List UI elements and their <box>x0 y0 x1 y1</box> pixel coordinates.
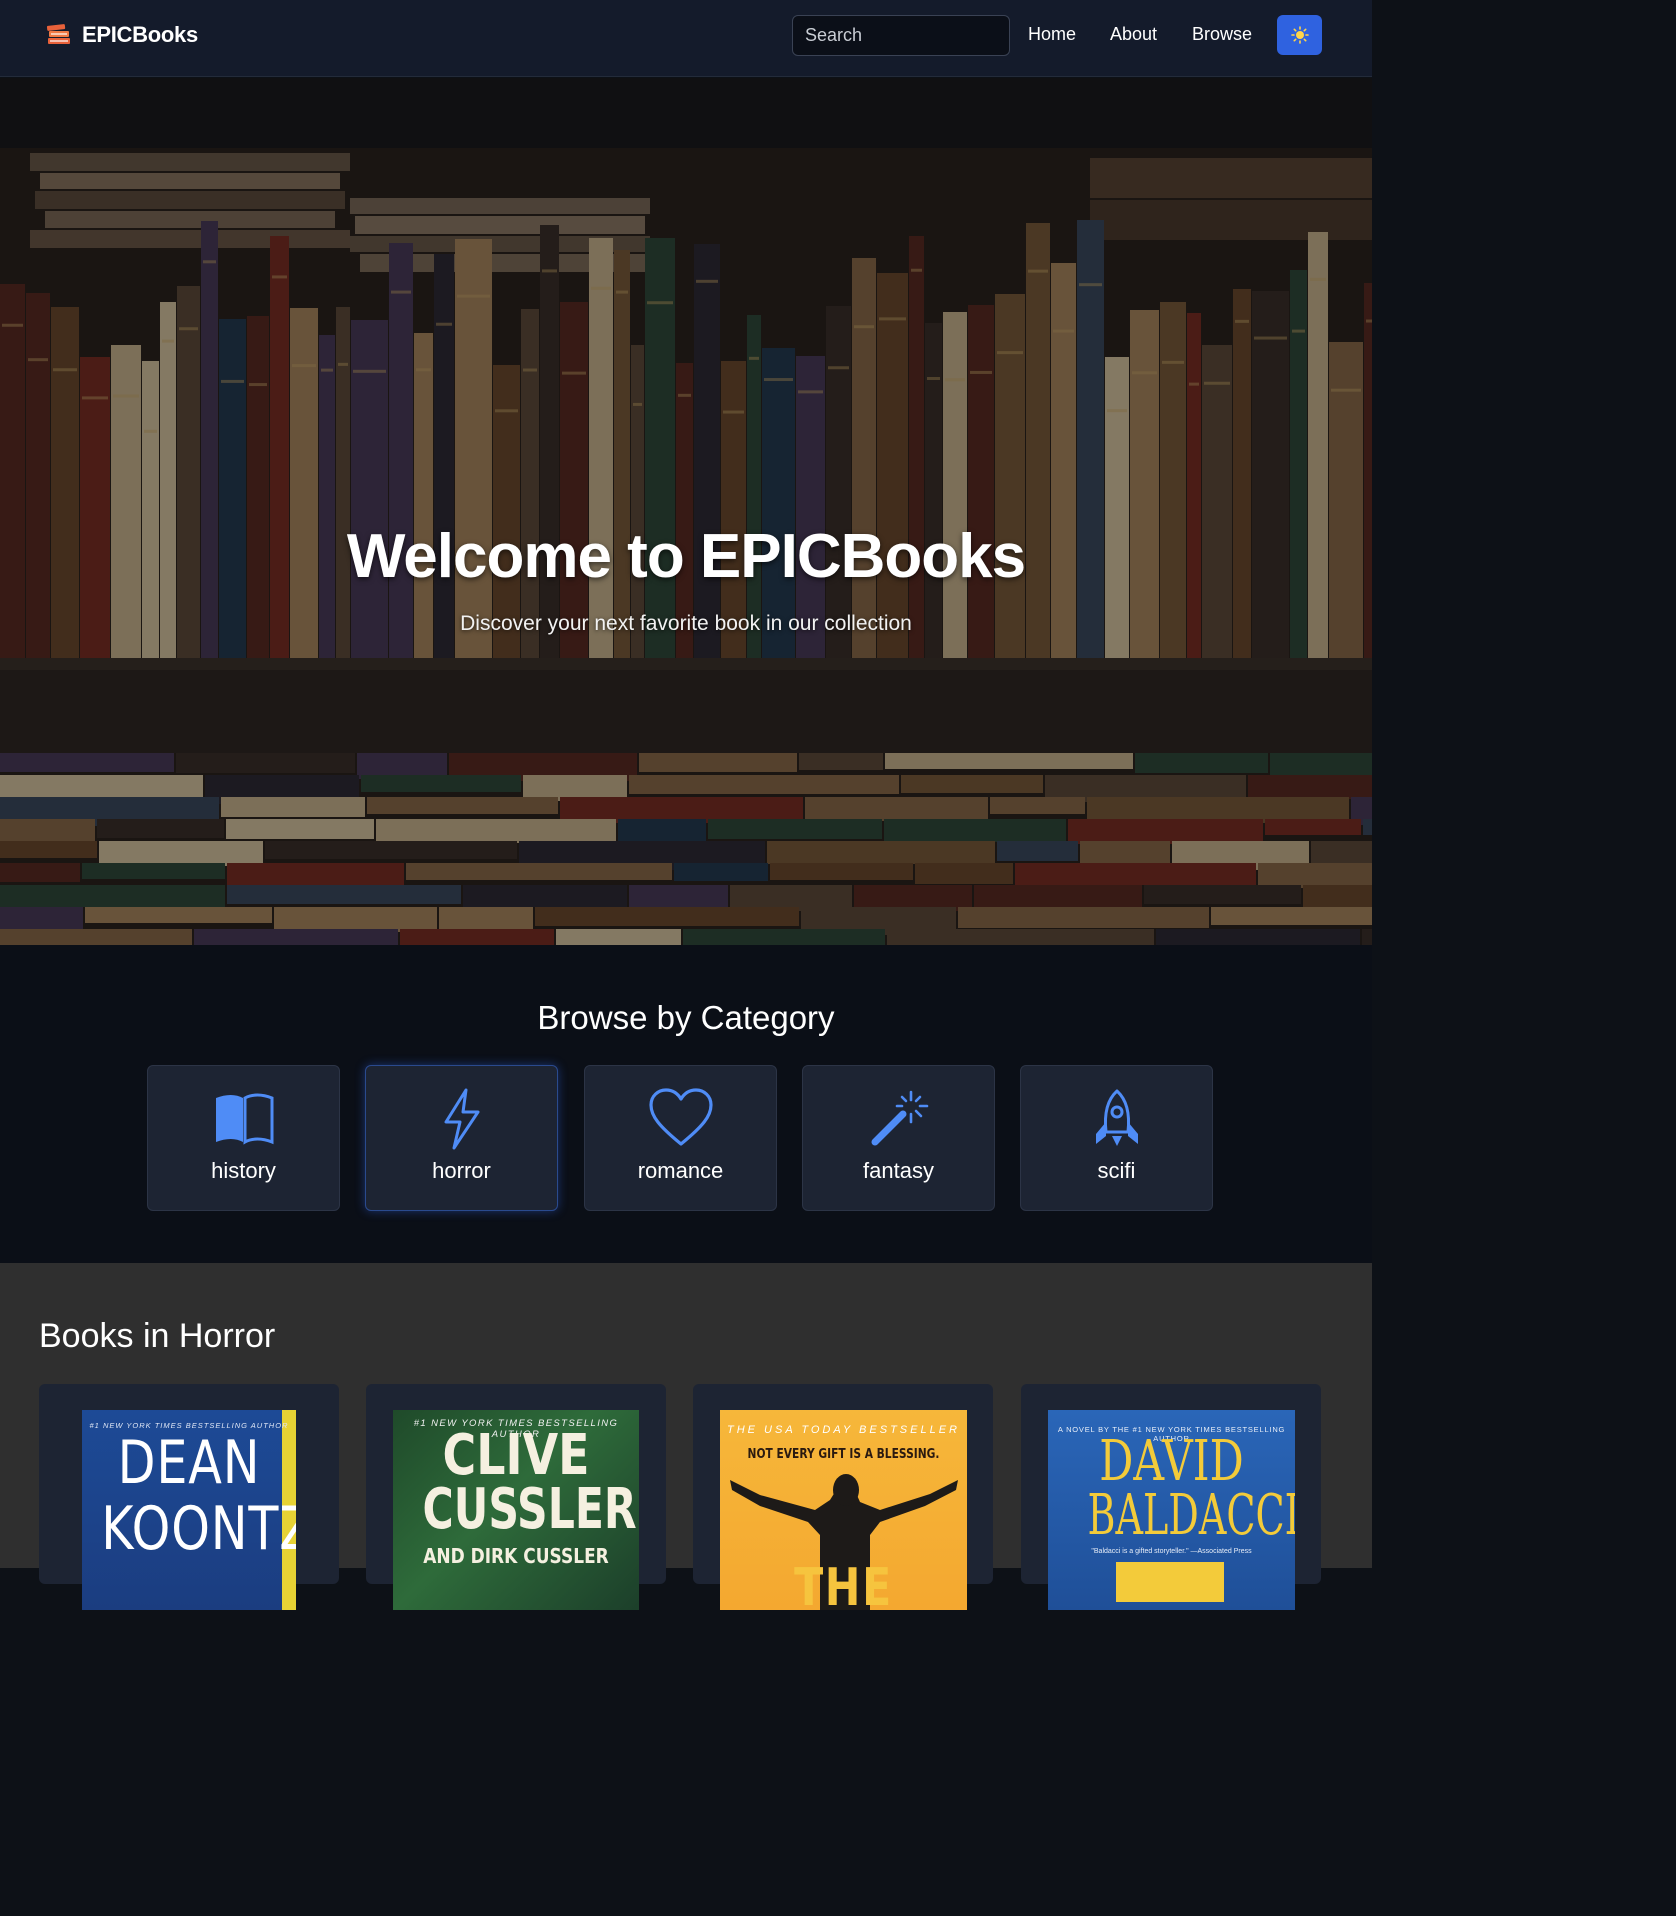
lightning-icon <box>444 1088 479 1150</box>
cover-author-line2: KOONTZ <box>101 1494 296 1564</box>
top-navbar: EPICBooks Home About Browse <box>0 0 1372 77</box>
book-stack-logo-icon <box>46 24 70 44</box>
cover-title-block <box>1116 1562 1224 1602</box>
category-label: horror <box>432 1158 491 1183</box>
brand[interactable]: EPICBooks <box>44 22 198 48</box>
search-input[interactable] <box>792 15 1010 56</box>
open-book-icon <box>215 1093 273 1145</box>
books-section: Books in Horror #1 NEW YORK TIMES BESTSE… <box>0 1263 1372 1610</box>
cover-author-line2: CUSSLER <box>422 1477 637 1542</box>
sun-icon <box>1290 26 1309 44</box>
cover-quote: "Baldacci is a gifted storyteller." —Ass… <box>1091 1548 1252 1555</box>
book-cover-image: #1 NEW YORK TIMES BESTSELLING AUTHOR CLI… <box>393 1410 639 1610</box>
hero-title: Welcome to EPICBooks <box>346 522 1026 591</box>
category-card-history[interactable]: history <box>147 1065 340 1211</box>
category-label: romance <box>637 1158 724 1183</box>
brand-name: EPICBooks <box>82 22 198 47</box>
cover-tagline: THE USA TODAY BESTSELLER <box>727 1424 960 1436</box>
cover-author-line1: CLIVE <box>442 1423 590 1488</box>
cover-author-line2: BALDACCI <box>1087 1483 1295 1548</box>
nav-link-browse[interactable]: Browse <box>1192 24 1252 45</box>
category-card-horror[interactable]: horror <box>365 1065 558 1211</box>
category-label: fantasy <box>863 1158 934 1183</box>
book-cover-image: A NOVEL BY THE #1 NEW YORK TIMES BESTSEL… <box>1048 1410 1295 1610</box>
book-cover-image: THE USA TODAY BESTSELLER NOT EVERY GIFT … <box>720 1410 967 1610</box>
category-card-fantasy[interactable]: fantasy <box>802 1065 995 1211</box>
cover-coauthor: AND DIRK CUSSLER <box>423 1544 609 1568</box>
hero-subtitle: Discover your next favorite book in our … <box>460 612 912 635</box>
category-section-title: Browse by Category <box>537 999 835 1036</box>
book-cover-image: #1 NEW YORK TIMES BESTSELLING AUTHOR DEA… <box>82 1410 296 1610</box>
bookshelf-background-image <box>0 78 1372 945</box>
heart-icon <box>648 1088 713 1146</box>
hero-banner: Welcome to EPICBooks Discover your next … <box>0 78 1372 945</box>
cover-subtitle: NOT EVERY GIFT IS A BLESSING. <box>747 1447 940 1462</box>
book-card[interactable]: #1 NEW YORK TIMES BESTSELLING AUTHOR CLI… <box>366 1384 666 1610</box>
category-card-scifi[interactable]: scifi <box>1020 1065 1213 1211</box>
book-card[interactable]: #1 NEW YORK TIMES BESTSELLING AUTHOR DEA… <box>39 1384 339 1610</box>
theme-toggle-button[interactable] <box>1277 15 1322 55</box>
category-card-romance[interactable]: romance <box>584 1065 777 1211</box>
cover-author-line1: DEAN <box>117 1428 261 1498</box>
category-label: scifi <box>1097 1158 1136 1183</box>
rocket-icon <box>1095 1089 1138 1146</box>
category-label: history <box>211 1158 276 1183</box>
category-section: Browse by Category history horror romanc… <box>0 945 1372 1263</box>
cover-title: THE GIRL <box>794 1558 893 1610</box>
nav-link-home[interactable]: Home <box>1028 24 1076 45</box>
book-card[interactable]: THE USA TODAY BESTSELLER NOT EVERY GIFT … <box>693 1384 993 1610</box>
books-section-title: Books in Horror <box>39 1317 276 1355</box>
book-card[interactable]: A NOVEL BY THE #1 NEW YORK TIMES BESTSEL… <box>1021 1384 1321 1610</box>
magic-wand-icon <box>871 1090 928 1146</box>
nav-link-about[interactable]: About <box>1110 24 1157 45</box>
